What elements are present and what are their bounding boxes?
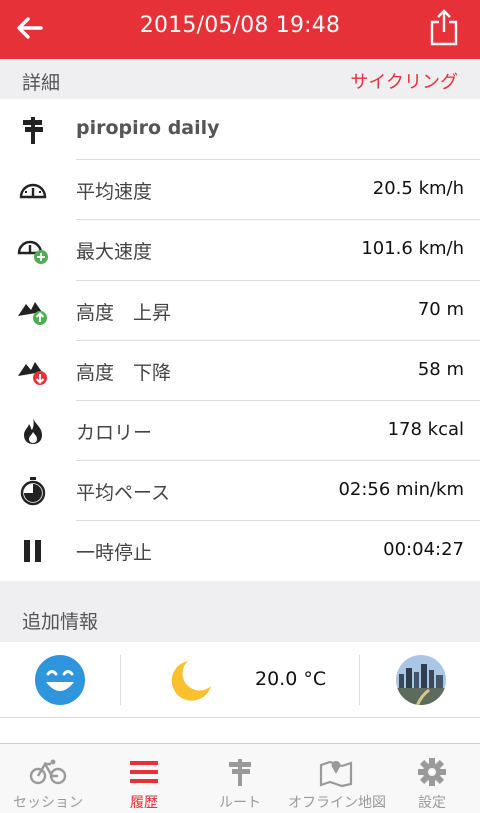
divider	[0, 717, 480, 718]
row-title[interactable]: piropiro daily	[0, 100, 480, 161]
row-label: 平均ペース	[76, 482, 171, 505]
tab-label: セッション	[13, 795, 83, 811]
speedometer-plus-icon	[16, 234, 50, 266]
extra-info-row: 20.0 °C	[0, 642, 480, 718]
row-altitude-up: 高度 上昇 70 m	[0, 281, 480, 341]
row-pause: 一時停止 00:04:27	[0, 521, 480, 581]
bicycle-icon	[0, 757, 96, 787]
temperature-value: 20.0 °C	[255, 668, 327, 690]
divider	[120, 655, 121, 705]
signpost-icon	[192, 757, 288, 787]
row-value: 20.5 km/h	[372, 178, 464, 200]
row-value: 70 m	[417, 298, 464, 320]
row-label: 高度 上昇	[76, 301, 172, 324]
row-label: 平均速度	[76, 181, 153, 204]
stopwatch-icon	[16, 475, 50, 507]
share-icon	[430, 9, 458, 46]
tab-bar: セッション 履歴 ルート オフライン地図 設定	[0, 743, 480, 813]
row-value: 58 m	[417, 358, 464, 380]
row-average-pace: 平均ペース 02:56 min/km	[0, 461, 480, 522]
row-value: 178 kcal	[387, 418, 464, 440]
tab-label: ルート	[219, 795, 261, 811]
page-title: 2015/05/08 19:48	[139, 13, 341, 38]
activity-type[interactable]: サイクリング	[350, 68, 458, 94]
top-bar: 2015/05/08 19:48	[0, 0, 480, 59]
tab-label: 履歴	[130, 795, 158, 811]
divider	[359, 655, 360, 705]
list-icon	[96, 757, 192, 787]
tab-route[interactable]: ルート	[192, 744, 288, 813]
row-value: 02:56 min/km	[338, 479, 464, 501]
tab-label: オフライン地図	[288, 795, 386, 811]
share-button[interactable]	[426, 6, 462, 48]
row-label: カロリー	[76, 421, 153, 444]
mountain-down-icon	[16, 355, 50, 387]
route-name: piropiro daily	[76, 117, 220, 139]
pause-icon	[16, 535, 50, 567]
row-label: 高度 下降	[76, 361, 172, 384]
extra-section-header: 追加情報	[0, 581, 480, 642]
smiley-face-icon[interactable]	[34, 654, 86, 710]
row-label: 最大速度	[76, 241, 153, 264]
row-max-speed: 最大速度 101.6 km/h	[0, 220, 480, 281]
row-calories: カロリー 178 kcal	[0, 401, 480, 462]
row-label: 一時停止	[76, 542, 153, 565]
extra-section-label: 追加情報	[22, 611, 99, 633]
row-value: 00:04:27	[383, 539, 464, 561]
tab-label: 設定	[418, 795, 446, 811]
gear-icon	[384, 757, 480, 787]
speedometer-icon	[16, 174, 50, 206]
mountain-up-icon	[16, 295, 50, 327]
row-value: 101.6 km/h	[361, 238, 464, 260]
tab-offline-map[interactable]: オフライン地図	[288, 744, 386, 813]
moon-icon	[168, 658, 214, 708]
row-altitude-down: 高度 下降 58 m	[0, 341, 480, 401]
tab-session[interactable]: セッション	[0, 744, 96, 813]
road-photo-icon[interactable]	[395, 654, 447, 710]
tab-settings[interactable]: 設定	[384, 744, 480, 813]
row-average-speed: 平均速度 20.5 km/h	[0, 160, 480, 221]
signpost-icon	[16, 114, 50, 146]
tab-history[interactable]: 履歴	[96, 744, 192, 813]
details-section-label: 詳細	[22, 72, 61, 94]
flame-icon	[16, 415, 50, 447]
details-list: piropiro daily 平均速度 20.5 km/h 最大速度 101.6…	[0, 100, 480, 582]
details-section-header: 詳細 サイクリング	[0, 59, 480, 99]
map-icon	[288, 757, 384, 787]
